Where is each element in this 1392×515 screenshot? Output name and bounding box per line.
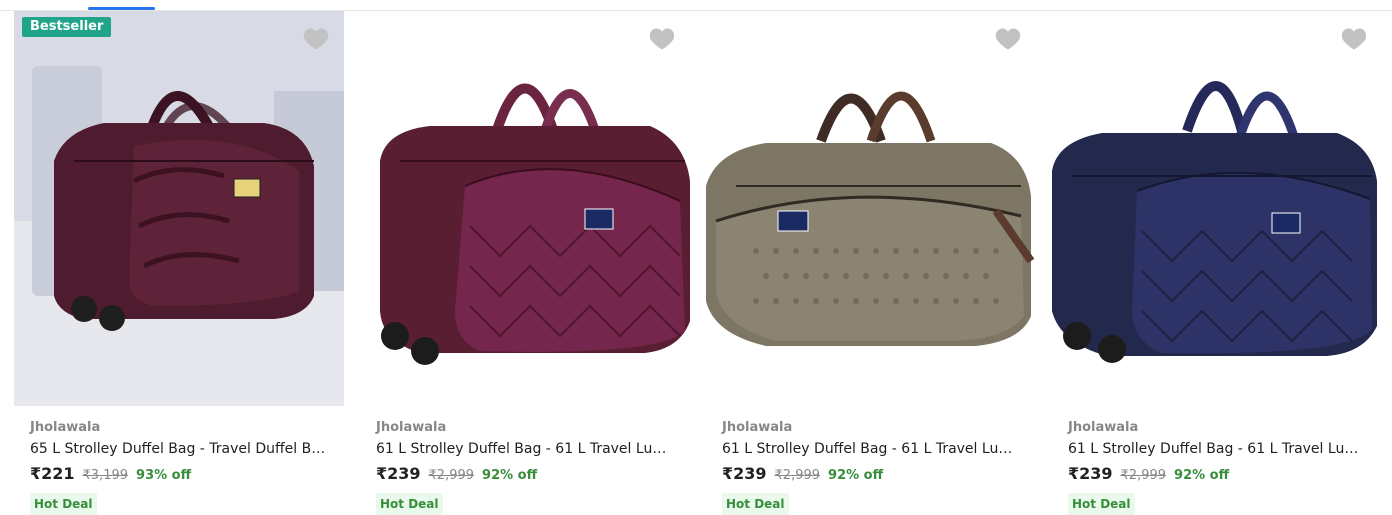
product-image (706, 11, 1036, 406)
sale-price: ₹221 (30, 464, 75, 483)
hot-deal-badge: Hot Deal (376, 493, 443, 515)
product-card[interactable]: Bestseller Jholawala 65 L Strolley Duffe… (14, 11, 344, 515)
product-card[interactable]: Jholawala 61 L Strolley Duffel Bag - 61 … (360, 11, 690, 515)
price-row: ₹221 ₹3,199 93% off (30, 464, 328, 483)
product-title[interactable]: 61 L Strolley Duffel Bag - 61 L Travel L… (722, 440, 1020, 458)
sale-price: ₹239 (722, 464, 767, 483)
product-info: Jholawala 65 L Strolley Duffel Bag - Tra… (14, 406, 344, 515)
heart-icon[interactable] (1340, 25, 1368, 53)
top-strip (0, 0, 1392, 11)
sale-price: ₹239 (1068, 464, 1113, 483)
discount-percent: 92% off (482, 468, 538, 483)
discount-percent: 92% off (1174, 468, 1230, 483)
heart-icon[interactable] (648, 25, 676, 53)
original-price: ₹2,999 (774, 468, 821, 483)
original-price: ₹2,999 (428, 468, 475, 483)
product-image (360, 11, 690, 406)
product-image (14, 11, 344, 406)
product-info: Jholawala 61 L Strolley Duffel Bag - 61 … (360, 406, 690, 515)
product-grid: Bestseller Jholawala 65 L Strolley Duffe… (14, 11, 1392, 515)
brand-name: Jholawala (376, 420, 447, 435)
product-title[interactable]: 61 L Strolley Duffel Bag - 61 L Travel L… (1068, 440, 1366, 458)
product-image (1052, 11, 1382, 406)
price-row: ₹239 ₹2,999 92% off (1068, 464, 1366, 483)
brand-name: Jholawala (1068, 420, 1139, 435)
price-row: ₹239 ₹2,999 92% off (376, 464, 674, 483)
heart-icon[interactable] (994, 25, 1022, 53)
hot-deal-badge: Hot Deal (30, 493, 97, 515)
brand-name: Jholawala (30, 420, 101, 435)
product-card[interactable]: Jholawala 61 L Strolley Duffel Bag - 61 … (706, 11, 1036, 515)
brand-name: Jholawala (722, 420, 793, 435)
active-tab-indicator (88, 7, 155, 10)
product-title[interactable]: 65 L Strolley Duffel Bag - Travel Duffel… (30, 440, 328, 458)
sale-price: ₹239 (376, 464, 421, 483)
product-image-area[interactable]: Bestseller (14, 11, 344, 406)
hot-deal-badge: Hot Deal (722, 493, 789, 515)
discount-percent: 93% off (136, 468, 192, 483)
original-price: ₹2,999 (1120, 468, 1167, 483)
heart-icon[interactable] (302, 25, 330, 53)
hot-deal-badge: Hot Deal (1068, 493, 1135, 515)
product-card[interactable]: Jholawala 61 L Strolley Duffel Bag - 61 … (1052, 11, 1382, 515)
product-info: Jholawala 61 L Strolley Duffel Bag - 61 … (706, 406, 1036, 515)
bestseller-badge: Bestseller (22, 17, 112, 37)
discount-percent: 92% off (828, 468, 884, 483)
price-row: ₹239 ₹2,999 92% off (722, 464, 1020, 483)
original-price: ₹3,199 (82, 468, 129, 483)
product-image-area[interactable] (706, 11, 1036, 406)
product-title[interactable]: 61 L Strolley Duffel Bag - 61 L Travel L… (376, 440, 674, 458)
product-image-area[interactable] (360, 11, 690, 406)
product-info: Jholawala 61 L Strolley Duffel Bag - 61 … (1052, 406, 1382, 515)
product-image-area[interactable] (1052, 11, 1382, 406)
